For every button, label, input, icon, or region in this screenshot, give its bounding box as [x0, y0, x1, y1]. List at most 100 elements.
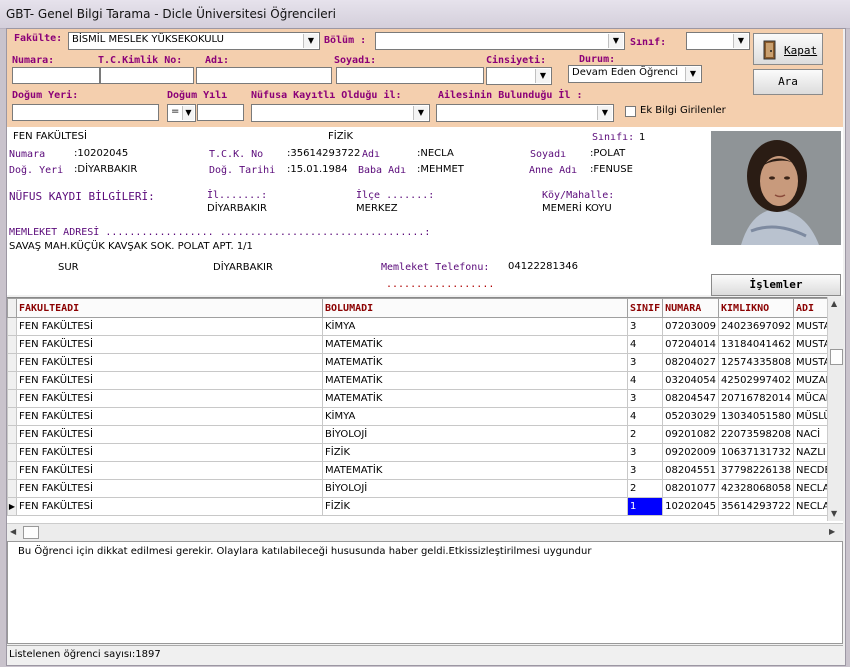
- scroll-down-icon[interactable]: ▼: [831, 509, 837, 518]
- table-cell[interactable]: MATEMATİK: [322, 353, 628, 372]
- table-cell[interactable]: 13034051580: [718, 407, 795, 426]
- nufus-il-select[interactable]: ▼: [251, 104, 430, 122]
- column-header[interactable]: FAKULTEADI: [16, 298, 323, 318]
- table-cell[interactable]: BİYOLOJİ: [322, 479, 628, 498]
- table-cell[interactable]: 35614293722: [718, 497, 795, 516]
- cinsiyet-select[interactable]: ▼: [486, 67, 552, 85]
- table-cell[interactable]: FİZİK: [322, 497, 628, 516]
- table-cell[interactable]: 4: [626, 371, 664, 390]
- ailesinin-il-select[interactable]: ▼: [436, 104, 614, 122]
- table-cell[interactable]: 09201082: [662, 425, 720, 444]
- table-cell[interactable]: 12574335808: [718, 353, 795, 372]
- table-row[interactable]: FEN FAKÜLTESİ KİMYA 3 07203009 24023697092 MU…: [7, 317, 843, 336]
- bolum-select[interactable]: ▼: [375, 32, 625, 50]
- table-cell[interactable]: 03204054: [662, 371, 720, 390]
- table-row[interactable]: FEN FAKÜLTESİ MATEMATİK 3 08204551 377982261…: [7, 461, 843, 480]
- table-cell[interactable]: 07204014: [662, 335, 720, 354]
- column-header[interactable]: NUMARA: [662, 298, 720, 318]
- durum-select[interactable]: Devam Eden Öğrenci ▼: [568, 65, 702, 83]
- table-cell[interactable]: 3: [626, 389, 664, 408]
- table-row[interactable]: FEN FAKÜLTESİ MATEMATİK 3 08204027 125743358…: [7, 353, 843, 372]
- table-cell[interactable]: 22073598208: [718, 425, 795, 444]
- table-cell[interactable]: 20716782014: [718, 389, 795, 408]
- table-cell[interactable]: FEN FAKÜLTESİ: [16, 425, 323, 444]
- fakulte-select[interactable]: BİSMİL MESLEK YÜKSEKOKULU ▼: [68, 32, 320, 50]
- table-cell-selected[interactable]: 1: [626, 497, 664, 516]
- table-cell[interactable]: 13184041462: [718, 335, 795, 354]
- scrollbar-thumb[interactable]: [830, 349, 843, 365]
- table-cell[interactable]: 3: [626, 443, 664, 462]
- table-cell[interactable]: FEN FAKÜLTESİ: [16, 479, 323, 498]
- column-header[interactable]: BOLUMADI: [322, 298, 628, 318]
- student-table: FAKULTEADI BOLUMADI SINIF NUMARA KIMLIKN…: [7, 298, 843, 516]
- table-cell[interactable]: 2: [626, 425, 664, 444]
- table-cell[interactable]: 08204551: [662, 461, 720, 480]
- table-cell[interactable]: 07203009: [662, 317, 720, 336]
- table-cell[interactable]: FEN FAKÜLTESİ: [16, 461, 323, 480]
- column-header[interactable]: SINIF: [626, 298, 664, 318]
- table-cell[interactable]: KİMYA: [322, 317, 628, 336]
- table-cell[interactable]: 10202045: [662, 497, 720, 516]
- sinif-select[interactable]: ▼: [686, 32, 750, 50]
- table-row[interactable]: FEN FAKÜLTESİ BİYOLOJİ 2 09201082 2207359820…: [7, 425, 843, 444]
- hscrollbar-thumb[interactable]: [23, 526, 39, 539]
- dogum-yeri-input[interactable]: [12, 104, 159, 121]
- kapat-button[interactable]: Kapat: [753, 33, 823, 65]
- scroll-up-icon[interactable]: ▲: [831, 299, 837, 308]
- student-note-textarea[interactable]: Bu Öğrenci için dikkat edilmesi gerekir.…: [7, 541, 843, 644]
- scroll-right-icon[interactable]: ▶: [829, 527, 835, 536]
- islemler-button[interactable]: İşlemler: [711, 274, 841, 296]
- table-cell[interactable]: 05203029: [662, 407, 720, 426]
- table-row[interactable]: FEN FAKÜLTESİ FİZİK 3 09202009 10637131732 NA…: [7, 443, 843, 462]
- table-cell[interactable]: BİYOLOJİ: [322, 425, 628, 444]
- table-cell[interactable]: 08201077: [662, 479, 720, 498]
- soyadi-input[interactable]: [336, 67, 484, 84]
- numara-input[interactable]: [12, 67, 100, 84]
- table-cell[interactable]: 08204027: [662, 353, 720, 372]
- table-row[interactable]: FEN FAKÜLTESİ MATEMATİK 4 03204054 425029974…: [7, 371, 843, 390]
- grid-vertical-scrollbar[interactable]: ▲ ▼: [827, 297, 844, 521]
- table-cell[interactable]: MATEMATİK: [322, 389, 628, 408]
- table-cell[interactable]: 08204547: [662, 389, 720, 408]
- dogum-yili-input[interactable]: [197, 104, 244, 121]
- table-cell[interactable]: FEN FAKÜLTESİ: [16, 317, 323, 336]
- table-cell[interactable]: 4: [626, 335, 664, 354]
- scroll-left-icon[interactable]: ◀: [10, 527, 16, 536]
- dogum-yili-operator[interactable]: = ▼: [167, 104, 196, 122]
- ara-button[interactable]: Ara: [753, 69, 823, 95]
- table-cell[interactable]: 37798226138: [718, 461, 795, 480]
- ek-bilgi-checkbox[interactable]: [625, 106, 636, 117]
- table-row[interactable]: FEN FAKÜLTESİ KİMYA 4 05203029 13034051580 MÜ…: [7, 407, 843, 426]
- tc-input[interactable]: [100, 67, 194, 84]
- table-cell[interactable]: FEN FAKÜLTESİ: [16, 335, 323, 354]
- table-cell[interactable]: FEN FAKÜLTESİ: [16, 389, 323, 408]
- adi-input[interactable]: [196, 67, 332, 84]
- table-cell[interactable]: 42502997402: [718, 371, 795, 390]
- memleket-ilce: SUR: [58, 262, 79, 273]
- table-cell[interactable]: FEN FAKÜLTESİ: [16, 497, 323, 516]
- table-cell[interactable]: MATEMATİK: [322, 371, 628, 390]
- table-cell[interactable]: 09202009: [662, 443, 720, 462]
- table-cell[interactable]: 42328068058: [718, 479, 795, 498]
- table-cell[interactable]: KİMYA: [322, 407, 628, 426]
- table-cell[interactable]: FEN FAKÜLTESİ: [16, 407, 323, 426]
- table-row[interactable]: FEN FAKÜLTESİ MATEMATİK 3 08204547 207167820…: [7, 389, 843, 408]
- table-cell[interactable]: 10637131732: [718, 443, 795, 462]
- table-cell[interactable]: MATEMATİK: [322, 461, 628, 480]
- table-cell[interactable]: 3: [626, 461, 664, 480]
- table-cell[interactable]: FEN FAKÜLTESİ: [16, 371, 323, 390]
- table-cell[interactable]: 3: [626, 353, 664, 372]
- table-row[interactable]: FEN FAKÜLTESİ BİYOLOJİ 2 08201077 4232806805…: [7, 479, 843, 498]
- grid-horizontal-scrollbar[interactable]: ◀ ▶: [7, 523, 843, 541]
- table-row-selected[interactable]: ▶ FEN FAKÜLTESİ FİZİK 1 10202045 35614293722 N…: [7, 497, 843, 516]
- table-cell[interactable]: FİZİK: [322, 443, 628, 462]
- table-cell[interactable]: FEN FAKÜLTESİ: [16, 443, 323, 462]
- table-cell[interactable]: FEN FAKÜLTESİ: [16, 353, 323, 372]
- table-cell[interactable]: 4: [626, 407, 664, 426]
- table-row[interactable]: FEN FAKÜLTESİ MATEMATİK 4 07204014 131840414…: [7, 335, 843, 354]
- table-cell[interactable]: 3: [626, 317, 664, 336]
- table-cell[interactable]: 2: [626, 479, 664, 498]
- column-header[interactable]: KIMLIKNO: [718, 298, 795, 318]
- table-cell[interactable]: MATEMATİK: [322, 335, 628, 354]
- table-cell[interactable]: 24023697092: [718, 317, 795, 336]
